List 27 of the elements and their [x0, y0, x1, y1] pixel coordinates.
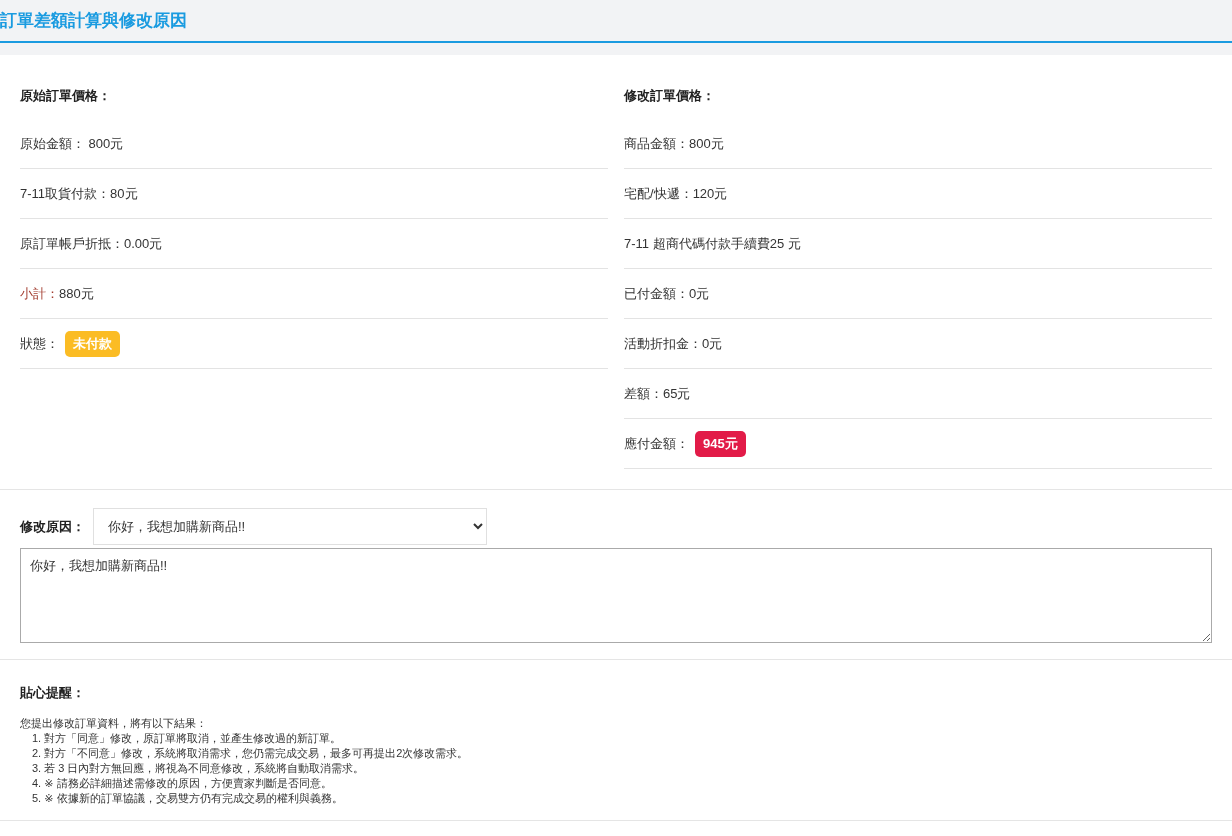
price-line: 宅配/快遞：120元 [624, 184, 728, 203]
note-item: 5. ※ 依據新的訂單協議，交易雙方仍有完成交易的權利與義務。 [31, 791, 344, 806]
price-line: 已付金額：0元 [624, 284, 710, 303]
reason-select[interactable]: 你好，我想加購新商品!! [93, 508, 487, 545]
section-heading: 原始訂單價格： [20, 87, 112, 105]
reason-label: 修改原因： [20, 517, 85, 536]
price-line: 原訂單帳戶折抵：0.00元 [20, 234, 163, 253]
note-item: 2. 對方「不同意」修改，系統將取消需求，您仍需完成交易，最多可再提出2次修改需求。 [31, 746, 470, 761]
price-line: 小計：880元 [20, 284, 94, 303]
note-item: 4. ※ 請務必詳細描述需修改的原因，方便賣家判斷是否同意。 [31, 776, 333, 791]
notes-heading: 貼心提醒： [20, 684, 86, 702]
price-line: 原始金額： 800元 [20, 134, 124, 153]
notes-intro: 您提出修改訂單資料，將有以下結果： [20, 716, 208, 731]
note-item: 1. 對方「同意」修改，原訂單將取消，並產生修改過的新訂單。 [31, 731, 343, 746]
page-title: 訂單差額計算與修改原因 [0, 10, 187, 32]
price-label: 應付金額： [624, 434, 689, 453]
reason-textarea[interactable]: 你好，我想加購新商品!! [20, 548, 1212, 643]
price-line: 商品金額：800元 [624, 134, 724, 153]
price-line: 差額：65元 [624, 384, 691, 403]
note-item: 3. 若 3 日內對方無回應，將視為不同意修改，系統將自動取消需求。 [31, 761, 366, 776]
price-line: 7-11取貨付款：80元 [20, 184, 138, 203]
price-line: 活動折扣金：0元 [624, 334, 723, 353]
status-badge: 945元 [695, 430, 746, 457]
price-line: 7-11 超商代碼付款手續費25 元 [624, 234, 801, 253]
section-heading: 修改訂單價格： [624, 87, 716, 105]
price-label: 狀態： [20, 334, 59, 353]
status-badge: 未付款 [65, 330, 120, 357]
